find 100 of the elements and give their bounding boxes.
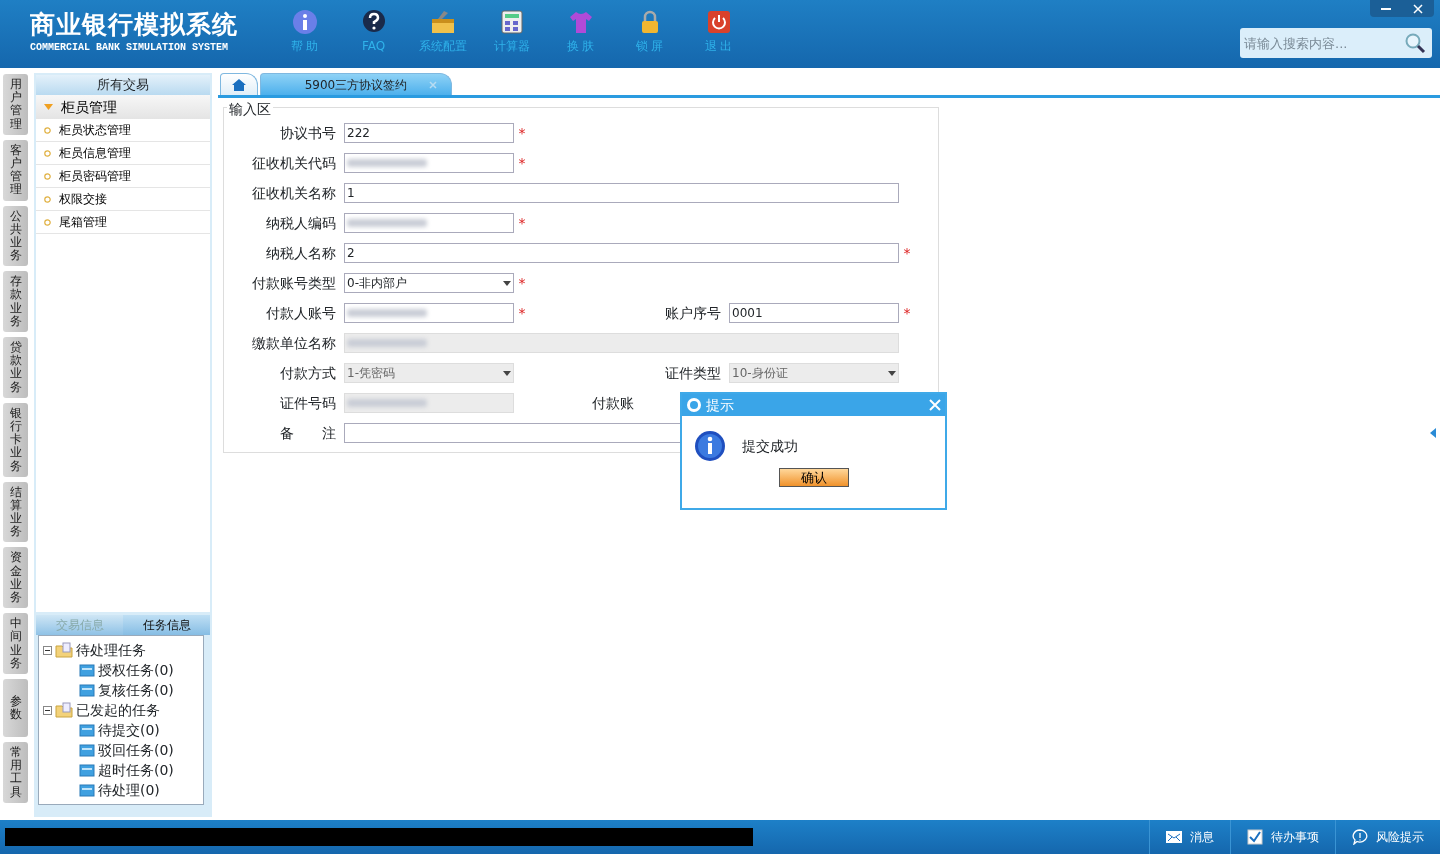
folder-icon (79, 723, 95, 737)
field-label: 证件号码 (279, 393, 336, 413)
input-field[interactable]: 222 (344, 123, 514, 143)
speech-bubble-icon (1352, 829, 1368, 845)
bullet-icon (44, 149, 51, 157)
search-icon[interactable] (1404, 32, 1426, 54)
folder-icon (55, 642, 73, 658)
side-tab[interactable]: 结算业务 (3, 481, 28, 543)
app-icon (686, 397, 702, 413)
field-label: 纳税人编码 (265, 213, 336, 233)
field-label: 征收机关代码 (251, 153, 336, 173)
folder-icon (79, 683, 95, 697)
search-field[interactable]: 请输入搜索内容... (1240, 28, 1432, 58)
field-label: 缴款单位名称 (251, 333, 336, 353)
field-label: 账户序号 (664, 303, 721, 323)
input-field[interactable]: 0001 (729, 303, 899, 323)
section-legend: 输入区 (227, 99, 273, 120)
dialog-message: 提交成功 (742, 436, 798, 456)
required-mark: * (517, 153, 527, 173)
field-label: 付款方式 (279, 363, 336, 383)
tree-item[interactable]: 授权任务(0) (98, 659, 174, 681)
side-tab[interactable]: 资金业务 (3, 547, 28, 609)
app-subtitle: COMMERCIAL BANK SIMULATION SYSTEM (30, 41, 230, 55)
tree-item[interactable]: 超时任务(0) (98, 759, 174, 781)
side-tab[interactable]: 公共业务 (3, 205, 28, 267)
collapse-icon[interactable] (43, 705, 52, 715)
bullet-icon (44, 126, 51, 134)
panel-header: 所有交易 (36, 75, 210, 95)
mail-icon (1166, 829, 1182, 845)
collapse-icon[interactable] (43, 645, 52, 655)
select-field[interactable]: 0-非内部户 (344, 273, 514, 293)
required-mark: * (517, 213, 527, 233)
tree-item[interactable]: 复核任务(0) (98, 679, 174, 701)
side-tab[interactable]: 银行卡业务 (3, 402, 28, 477)
shirt-icon (567, 9, 594, 35)
folder-icon (79, 783, 95, 797)
home-tab[interactable] (220, 73, 258, 95)
field-label: 付款账号类型 (251, 273, 336, 293)
input-field[interactable]: 2 (344, 243, 899, 263)
bullet-icon (44, 218, 51, 226)
input-field[interactable] (344, 153, 514, 173)
bullet-icon (44, 195, 51, 203)
home-icon (231, 77, 247, 92)
input-field[interactable] (344, 303, 514, 323)
side-tab[interactable]: 贷款业务 (3, 337, 28, 398)
tree-item[interactable]: 驳回任务(0) (98, 739, 174, 761)
dropdown-arrow-icon (503, 370, 511, 376)
status-button[interactable]: 待办事项 (1230, 820, 1335, 854)
tree-item[interactable]: 待处理(0) (98, 779, 160, 801)
required-mark: * (517, 123, 527, 143)
close-icon (1413, 3, 1423, 14)
required-mark: * (517, 303, 527, 323)
input-field[interactable] (344, 333, 899, 353)
input-field[interactable] (344, 213, 514, 233)
folder-icon (79, 743, 95, 757)
confirm-button[interactable]: 确认 (778, 468, 849, 487)
side-tab[interactable]: 中间业务 (3, 613, 28, 674)
info-icon (291, 9, 318, 35)
group-header[interactable]: 柜员管理 (36, 95, 210, 119)
panel-tab[interactable]: 任务信息 (123, 615, 210, 635)
side-tab[interactable]: 用户管理 (3, 74, 28, 135)
folder-icon (79, 663, 95, 677)
select-field[interactable]: 10-身份证 (729, 363, 899, 383)
field-label: 纳税人名称 (265, 243, 336, 263)
folder-icon (79, 763, 95, 777)
app-title: 商业银行模拟系统 (30, 10, 239, 40)
required-mark: * (902, 303, 912, 323)
checkbox-icon (1247, 829, 1263, 845)
field-label: 付款账 (591, 393, 634, 413)
power-icon (705, 9, 732, 35)
calculator-icon (498, 9, 525, 35)
field-label: 付款人账号 (265, 303, 336, 323)
input-field[interactable]: 1 (344, 183, 899, 203)
field-label: 备 注 (279, 423, 336, 443)
caret-icon (44, 104, 53, 110)
bullet-icon (44, 172, 51, 180)
field-label: 证件类型 (664, 363, 721, 383)
tree-item[interactable]: 待处理任务 (76, 639, 146, 661)
field-label: 协议书号 (279, 123, 336, 143)
info-icon (694, 430, 726, 462)
status-button[interactable]: 消息 (1149, 820, 1230, 854)
side-tab[interactable]: 参数 (3, 678, 28, 737)
side-tab[interactable]: 常用工具 (3, 741, 28, 803)
side-tab[interactable]: 存款业务 (3, 271, 28, 332)
required-mark: * (517, 273, 527, 293)
tree-item[interactable]: 待提交(0) (98, 719, 160, 741)
dropdown-arrow-icon (888, 370, 896, 376)
dropdown-arrow-icon (503, 280, 511, 286)
collapse-arrow-icon[interactable] (1430, 428, 1436, 438)
toolbox-icon (429, 9, 456, 35)
folder-icon (55, 702, 73, 718)
select-field[interactable]: 1-凭密码 (344, 363, 514, 383)
side-tab[interactable]: 客户管理 (3, 139, 28, 201)
input-field[interactable] (344, 393, 514, 413)
dialog-title: 提示 (706, 395, 735, 415)
field-label: 征收机关名称 (251, 183, 336, 203)
page-tab[interactable]: 5900三方协议签约 (260, 73, 452, 95)
required-mark: * (902, 243, 912, 263)
status-button[interactable]: 风险提示 (1335, 820, 1440, 854)
tree-item[interactable]: 已发起的任务 (76, 699, 160, 721)
